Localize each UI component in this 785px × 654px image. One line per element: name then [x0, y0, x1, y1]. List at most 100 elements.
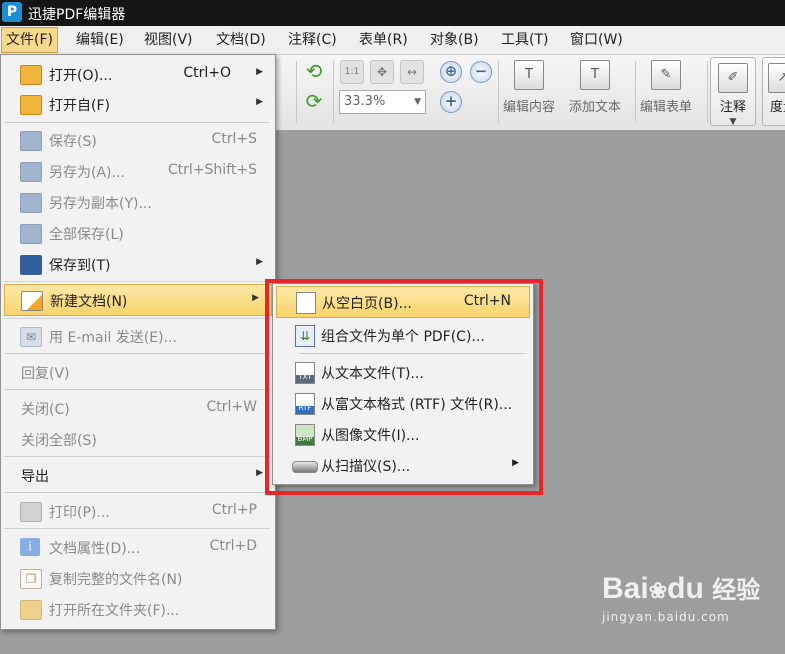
menu-item-shortcut: Ctrl+Shift+S	[167, 162, 257, 178]
save-all-icon	[20, 224, 42, 244]
submenu-arrow-icon: ▶	[256, 97, 263, 107]
menu-item-shortcut: Ctrl+W	[206, 399, 257, 415]
menu-item-shortcut: Ctrl+S	[211, 131, 257, 147]
file-menu: 打开(O)... Ctrl+O ▶ 打开自(F) ▶ 保存(S) Ctrl+S …	[0, 54, 276, 630]
fit-width-icon[interactable]: ↔	[400, 60, 424, 84]
zoom-select[interactable]: 33.3% ▼	[339, 90, 426, 114]
menu-separator	[4, 122, 270, 123]
menu-view[interactable]: 视图(V)	[140, 26, 197, 54]
menu-item-open-folder[interactable]: 打开所在文件夹(F)...	[1, 594, 275, 624]
menu-window[interactable]: 窗口(W)	[566, 26, 627, 54]
menu-item-label: 全部保存(L)	[49, 227, 124, 243]
rotate-left-icon[interactable]: ⟲	[303, 60, 325, 82]
app-title: 迅捷PDF编辑器	[28, 7, 126, 23]
menu-file[interactable]: 文件(F)	[1, 27, 58, 53]
open-folder-icon	[20, 600, 42, 620]
menu-item-open[interactable]: 打开(O)... Ctrl+O ▶	[1, 59, 275, 89]
menu-item-save-copy[interactable]: 另存为副本(Y)...	[1, 187, 275, 217]
toolbar-separator	[707, 61, 708, 123]
menu-item-new-document[interactable]: 新建文档(N) ▶	[4, 284, 272, 316]
printer-icon	[20, 502, 42, 522]
chevron-down-icon: ▼	[414, 97, 421, 107]
watermark-brand: 经验	[712, 577, 761, 604]
edit-form-button[interactable]: ✎ 编辑表单	[640, 60, 692, 115]
menu-item-label: 文档属性(D)...	[49, 541, 141, 557]
zoom-in-tool-icon[interactable]: ⊕	[440, 61, 462, 83]
menu-item-open-from[interactable]: 打开自(F) ▶	[1, 89, 275, 119]
menu-item-label: 复制完整的文件名(N)	[49, 572, 183, 588]
menu-item-save-as[interactable]: 另存为(A)... Ctrl+Shift+S	[1, 156, 275, 186]
save-to-icon	[20, 255, 42, 275]
submenu-arrow-icon: ▶	[256, 468, 263, 478]
info-icon: i	[20, 538, 40, 556]
menu-item-export[interactable]: 导出 ▶	[1, 460, 275, 490]
add-text-button[interactable]: T 添加文本	[569, 60, 621, 115]
menu-item-document-properties[interactable]: i 文档属性(D)... Ctrl+D	[1, 532, 275, 562]
menu-item-close-all[interactable]: 关闭全部(S)	[1, 424, 275, 454]
watermark-url: jingyan.baidu.com	[602, 610, 730, 624]
menu-comment[interactable]: 注释(C)	[284, 26, 341, 54]
menu-object[interactable]: 对象(B)	[426, 26, 483, 54]
menu-item-save-all[interactable]: 全部保存(L)	[1, 218, 275, 248]
rotate-right-icon[interactable]: ⟳	[303, 90, 325, 112]
save-copy-icon	[20, 193, 42, 213]
menu-item-close[interactable]: 关闭(C) Ctrl+W	[1, 393, 275, 423]
save-icon	[20, 131, 42, 151]
submenu-arrow-icon: ▶	[256, 257, 263, 267]
menu-separator	[4, 318, 270, 319]
watermark-text: Bai	[602, 572, 649, 605]
menu-item-label: 打开(O)...	[49, 68, 113, 84]
menu-item-print[interactable]: 打印(P)... Ctrl+P	[1, 496, 275, 526]
watermark-text: du	[667, 572, 704, 605]
actual-size-icon[interactable]: 1:1	[340, 60, 364, 84]
annotation-icon: ✐	[718, 63, 748, 93]
toolbar-separator	[498, 61, 499, 123]
submenu-arrow-icon: ▶	[252, 293, 259, 303]
zoom-value: 33.3%	[344, 94, 386, 109]
email-icon: ✉	[20, 327, 42, 347]
submenu-arrow-icon: ▶	[256, 67, 263, 77]
fit-page-icon[interactable]: ✥	[370, 60, 394, 84]
menu-separator	[4, 492, 270, 493]
measure-label: 度量	[769, 100, 785, 115]
annotation-label: 注释	[719, 100, 746, 115]
annotation-button[interactable]: ✐ 注释 ▼	[710, 57, 756, 127]
edit-form-label: 编辑表单	[640, 100, 693, 115]
new-document-icon	[21, 291, 43, 311]
menu-document[interactable]: 文档(D)	[212, 26, 270, 54]
menu-edit[interactable]: 编辑(E)	[72, 26, 128, 54]
menu-tools[interactable]: 工具(T)	[497, 26, 552, 54]
menu-item-label: 打开自(F)	[49, 98, 110, 114]
save-as-icon	[20, 162, 42, 182]
menu-item-shortcut: Ctrl+P	[211, 502, 257, 518]
menu-separator	[4, 353, 270, 354]
chevron-down-icon: ▼	[729, 117, 737, 127]
baidu-watermark: Bai❀du 经验 jingyan.baidu.com	[602, 570, 760, 624]
edit-form-icon: ✎	[651, 60, 681, 90]
menu-item-copy-filename[interactable]: ❐ 复制完整的文件名(N)	[1, 563, 275, 593]
menu-item-label: 打开所在文件夹(F)...	[49, 603, 180, 619]
menu-item-email[interactable]: ✉ 用 E-mail 发送(E)...	[1, 321, 275, 351]
menu-separator	[4, 281, 270, 282]
edit-content-label: 编辑内容	[503, 100, 556, 115]
menu-separator	[4, 456, 270, 457]
title-bar: P 迅捷PDF编辑器	[0, 0, 785, 26]
menu-item-label: 保存到(T)	[49, 258, 111, 274]
app-logo-icon: P	[2, 2, 22, 22]
menu-item-save-to[interactable]: 保存到(T) ▶	[1, 249, 275, 279]
folder-open-icon	[20, 65, 42, 85]
toolbar-separator	[296, 61, 297, 123]
edit-content-button[interactable]: T 编辑内容	[503, 60, 555, 115]
menu-separator	[4, 528, 270, 529]
zoom-in-icon[interactable]: +	[440, 91, 462, 113]
measure-button[interactable]: ↗ 度量	[762, 57, 785, 126]
menu-item-save[interactable]: 保存(S) Ctrl+S	[1, 125, 275, 155]
add-text-label: 添加文本	[569, 100, 622, 115]
menu-form[interactable]: 表单(R)	[355, 26, 412, 54]
menu-item-revert[interactable]: 回复(V)	[1, 357, 275, 387]
zoom-out-icon[interactable]: −	[470, 61, 492, 83]
highlight-box	[265, 279, 543, 495]
toolbar-separator	[635, 61, 636, 123]
measure-icon: ↗	[768, 63, 785, 93]
menu-item-label: 回复(V)	[21, 366, 70, 382]
